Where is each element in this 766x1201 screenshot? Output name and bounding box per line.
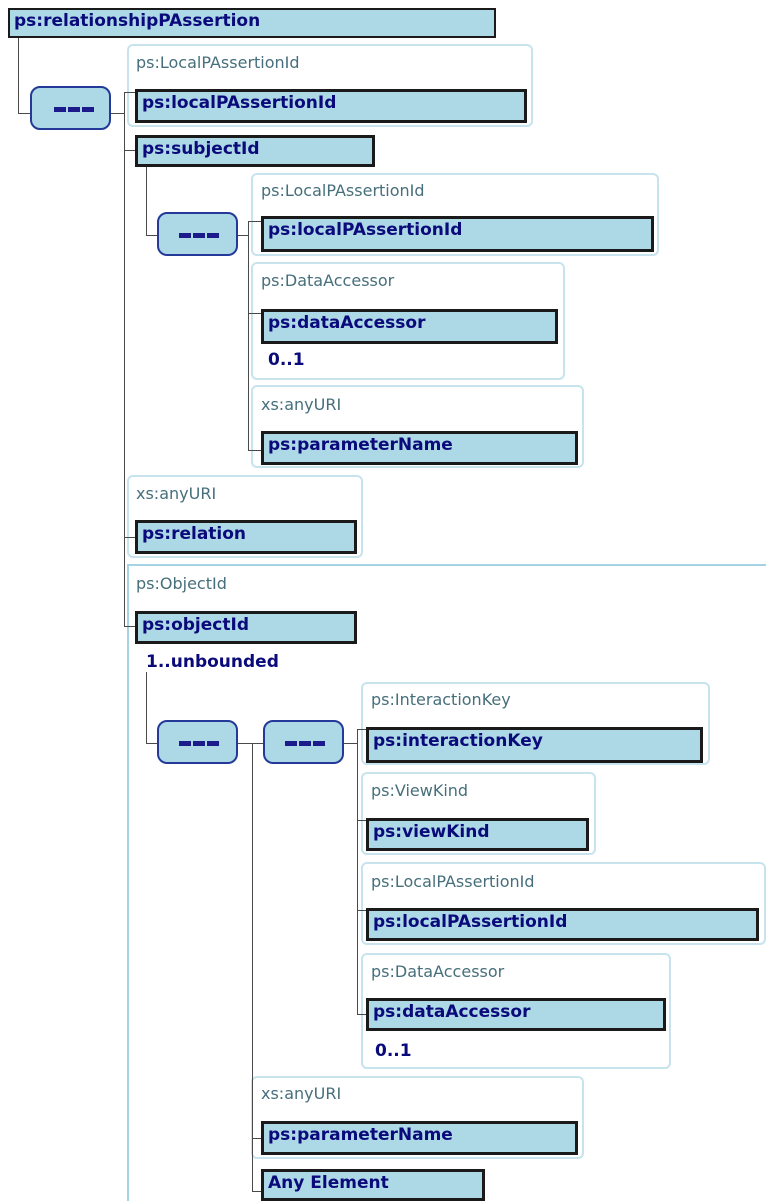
cardinality-label: 1..unbounded xyxy=(146,652,279,672)
element-subject-id[interactable]: ps:subjectId xyxy=(135,135,375,167)
dash-icon xyxy=(68,107,80,112)
dash-icon xyxy=(299,741,311,746)
sequence-compositor[interactable] xyxy=(30,86,111,130)
type-label: xs:anyURI xyxy=(261,395,342,414)
type-frame-edge xyxy=(129,564,766,566)
type-label: xs:anyURI xyxy=(136,484,217,503)
element-data-accessor[interactable]: ps:dataAccessor xyxy=(366,998,666,1031)
type-label: ps:ObjectId xyxy=(136,574,227,593)
connector xyxy=(248,450,261,451)
element-data-accessor[interactable]: ps:dataAccessor xyxy=(261,309,558,344)
dash-icon xyxy=(179,233,191,238)
connector xyxy=(18,113,30,114)
connector xyxy=(18,36,19,114)
connector xyxy=(252,743,253,1192)
connector xyxy=(146,743,157,744)
type-frame-edge xyxy=(127,564,129,1201)
type-label: ps:DataAccessor xyxy=(261,271,395,290)
cardinality-label: 0..1 xyxy=(268,350,305,370)
dash-icon xyxy=(207,741,219,746)
element-interaction-key[interactable]: ps:interactionKey xyxy=(366,727,703,763)
connector xyxy=(344,743,358,744)
connector xyxy=(124,92,125,627)
element-local-passertion-id[interactable]: ps:localPAssertionId xyxy=(261,216,654,252)
element-parameter-name[interactable]: ps:parameterName xyxy=(261,1121,578,1155)
dash-icon xyxy=(54,107,66,112)
root-element[interactable]: ps:relationshipPAssertion xyxy=(8,8,496,38)
dash-icon xyxy=(179,741,191,746)
element-view-kind[interactable]: ps:viewKind xyxy=(366,818,589,851)
type-label: ps:ViewKind xyxy=(371,781,469,800)
dash-icon xyxy=(82,107,94,112)
cardinality-label: 0..1 xyxy=(375,1041,412,1061)
dash-icon xyxy=(313,741,325,746)
connector xyxy=(238,743,264,744)
element-local-passertion-id[interactable]: ps:localPAssertionId xyxy=(366,908,759,941)
type-label: ps:LocalPAssertionId xyxy=(136,53,300,72)
element-local-passertion-id[interactable]: ps:localPAssertionId xyxy=(135,89,527,123)
element-any-element[interactable]: Any Element xyxy=(261,1169,485,1201)
connector xyxy=(146,165,147,236)
connector xyxy=(111,113,125,114)
connector xyxy=(146,235,157,236)
dash-icon xyxy=(193,741,205,746)
connector xyxy=(248,221,249,451)
sequence-compositor[interactable] xyxy=(157,720,238,764)
connector xyxy=(248,221,261,222)
sequence-compositor[interactable] xyxy=(263,720,344,764)
dash-icon xyxy=(193,233,205,238)
sequence-compositor[interactable] xyxy=(157,212,238,256)
type-label: ps:InteractionKey xyxy=(371,690,511,709)
element-relation[interactable]: ps:relation xyxy=(135,520,357,554)
element-parameter-name[interactable]: ps:parameterName xyxy=(261,431,578,465)
type-label: ps:DataAccessor xyxy=(371,962,505,981)
connector xyxy=(146,672,147,744)
type-label: ps:LocalPAssertionId xyxy=(371,872,535,891)
type-label: ps:LocalPAssertionId xyxy=(261,181,425,200)
connector xyxy=(357,729,358,1015)
type-label: xs:anyURI xyxy=(261,1084,342,1103)
dash-icon xyxy=(207,233,219,238)
element-object-id[interactable]: ps:objectId xyxy=(135,611,357,644)
dash-icon xyxy=(285,741,297,746)
schema-diagram: ps:relationshipPAssertion ps:LocalPAsser… xyxy=(0,0,766,1201)
connector xyxy=(248,313,261,314)
